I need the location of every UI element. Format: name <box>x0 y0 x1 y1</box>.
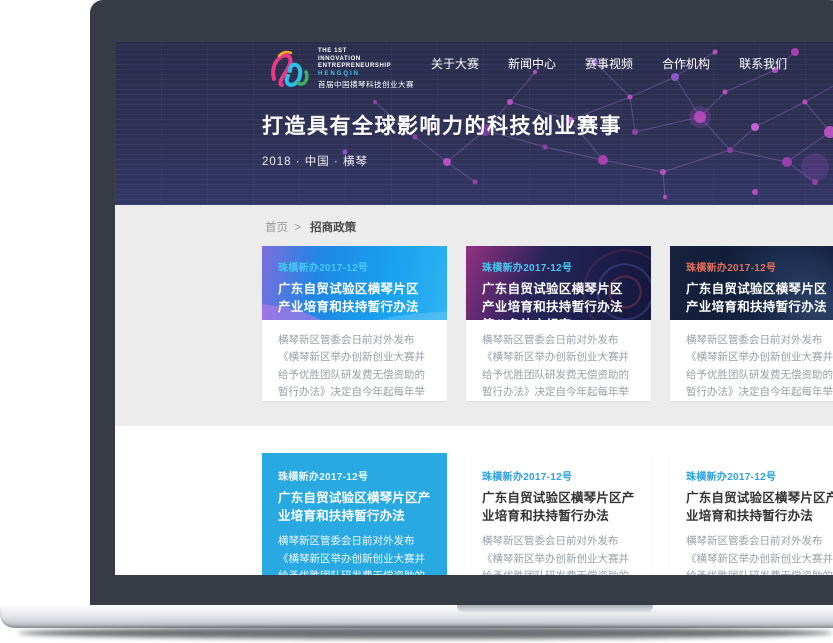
policy-card[interactable]: 珠横新办2017-12号 广东自贸试验区横琴片区产业培育和扶持暂行办法 横琴新区… <box>262 246 447 401</box>
hero-title: 打造具有全球影响力的科技创业赛事 <box>262 110 622 140</box>
nav-item-about[interactable]: 关于大赛 <box>431 55 479 72</box>
logo-line-hengqin: HENGQIN <box>318 71 414 78</box>
site-logo[interactable]: THE 1ST INNOVATION ENTREPRENEURSHIP HENG… <box>267 48 414 90</box>
card-title: 广东自贸试验区横琴片区产业培育和扶持暂行办法 <box>686 280 833 316</box>
card-title: 广东自贸试验区横琴片区产业培育和扶持暂行办法 <box>278 489 431 525</box>
card-excerpt: 横琴新区管委会日前对外发布《横琴新区举办创新创业大赛并给予优胜团队研发费无偿资助… <box>278 332 431 401</box>
card-banner-navy-globe: 珠横新办2017-12号 广东自贸试验区横琴片区产业培育和扶持暂行办法 <box>670 246 833 320</box>
policy-section-bottom: 珠横新办2017-12号 广东自贸试验区横琴片区产业培育和扶持暂行办法 横琴新区… <box>115 426 833 575</box>
card-body: 横琴新区管委会日前对外发布《横琴新区举办创新创业大赛并给予优胜团队研发费无偿资助… <box>262 320 447 401</box>
logo-text: THE 1ST INNOVATION ENTREPRENEURSHIP HENG… <box>318 48 414 89</box>
policy-card[interactable]: 珠横新办2017-12号 广东自贸试验区横琴片区产业培育和扶持暂行办法第八条补充… <box>466 246 651 401</box>
card-tag: 珠横新办2017-12号 <box>686 259 833 274</box>
card-body: 横琴新区管委会日前对外发布《横琴新区举办创新创业大赛并给予优胜团队研发费无偿资助… <box>466 320 651 401</box>
card-body: 横琴新区管委会日前对外发布《横琴新区举办创新创业大赛并给予优胜团队研发费无偿资助… <box>670 320 833 401</box>
policy-card[interactable]: 珠横新办2017-12号 广东自贸试验区横琴片区产业培育和扶持暂行办法 横琴新区… <box>466 453 651 575</box>
card-body: 珠横新办2017-12号 广东自贸试验区横琴片区产业培育和扶持暂行办法 横琴新区… <box>466 453 651 575</box>
policy-cards-row-2: 珠横新办2017-12号 广东自贸试验区横琴片区产业培育和扶持暂行办法 横琴新区… <box>262 426 833 575</box>
laptop-screen-bezel: THE 1ST INNOVATION ENTREPRENEURSHIP HENG… <box>90 0 833 607</box>
hero-section: 打造具有全球影响力的科技创业赛事 2018 · 中国 · 横琴 <box>262 110 622 169</box>
card-tag: 珠横新办2017-12号 <box>278 468 431 483</box>
card-title: 广东自贸试验区横琴片区产业培育和扶持暂行办法 <box>278 280 431 316</box>
logo-line-2: INNOVATION <box>318 56 414 63</box>
policy-section-top: 首页 > 招商政策 珠横新办2017-12号 广东自贸试验区横琴片区产业培育和扶… <box>115 205 833 426</box>
card-banner-dark-circuit: 珠横新办2017-12号 广东自贸试验区横琴片区产业培育和扶持暂行办法第八条补充… <box>466 246 651 320</box>
logo-line-3: ENTREPRENEURSHIP <box>318 63 414 70</box>
policy-cards-row-1: 珠横新办2017-12号 广东自贸试验区横琴片区产业培育和扶持暂行办法 横琴新区… <box>262 246 833 401</box>
card-tag: 珠横新办2017-12号 <box>278 259 431 274</box>
card-banner-blue-wave: 珠横新办2017-12号 广东自贸试验区横琴片区产业培育和扶持暂行办法 <box>262 246 447 320</box>
laptop-lid-notch <box>457 605 653 614</box>
policy-card[interactable]: 珠横新办2017-12号 广东自贸试验区横琴片区产业培育和扶持暂行办法 横琴新区… <box>670 453 833 575</box>
card-body: 珠横新办2017-12号 广东自贸试验区横琴片区产业培育和扶持暂行办法 横琴新区… <box>262 453 447 575</box>
nav-item-contact[interactable]: 联系我们 <box>739 55 787 72</box>
card-tag: 珠横新办2017-12号 <box>686 468 833 483</box>
policy-card[interactable]: 珠横新办2017-12号 广东自贸试验区横琴片区产业培育和扶持暂行办法 横琴新区… <box>670 246 833 401</box>
card-title: 广东自贸试验区横琴片区产业培育和扶持暂行办法 <box>482 489 635 525</box>
nav-item-partners[interactable]: 合作机构 <box>662 55 710 72</box>
logo-line-chinese: 首届中国横琴科技创业大赛 <box>318 81 414 90</box>
card-excerpt: 横琴新区管委会日前对外发布《横琴新区举办创新创业大赛并给予优胜团队研发费无偿资助… <box>278 533 431 575</box>
page: THE 1ST INNOVATION ENTREPRENEURSHIP HENG… <box>0 0 833 643</box>
card-excerpt: 横琴新区管委会日前对外发布《横琴新区举办创新创业大赛并给予优胜团队研发费无偿资助… <box>482 332 635 401</box>
logo-ribbon-icon <box>267 48 311 90</box>
main-nav: 关于大赛 新闻中心 赛事视频 合作机构 联系我们 English <box>431 55 833 72</box>
breadcrumb-home-link[interactable]: 首页 <box>265 222 288 234</box>
policy-card[interactable]: 珠横新办2017-12号 广东自贸试验区横琴片区产业培育和扶持暂行办法 横琴新区… <box>262 453 447 575</box>
laptop-base <box>0 605 833 628</box>
nav-item-news[interactable]: 新闻中心 <box>508 55 556 72</box>
logo-line-1: THE 1ST <box>318 48 414 55</box>
card-tag: 珠横新办2017-12号 <box>482 259 635 274</box>
breadcrumb-separator: > <box>294 222 301 234</box>
site-header: THE 1ST INNOVATION ENTREPRENEURSHIP HENG… <box>115 42 833 205</box>
laptop-shadow <box>18 627 833 639</box>
breadcrumb-current: 招商政策 <box>310 222 356 234</box>
breadcrumb: 首页 > 招商政策 <box>115 205 833 233</box>
card-excerpt: 横琴新区管委会日前对外发布《横琴新区举办创新创业大赛并给予优胜团队研发费无偿资助… <box>482 533 635 575</box>
hero-subtitle: 2018 · 中国 · 横琴 <box>262 153 622 169</box>
card-tag: 珠横新办2017-12号 <box>482 468 635 483</box>
nav-item-videos[interactable]: 赛事视频 <box>585 55 633 72</box>
card-excerpt: 横琴新区管委会日前对外发布《横琴新区举办创新创业大赛并给予优胜团队研发费无偿资助… <box>686 533 833 575</box>
card-title: 广东自贸试验区横琴片区产业培育和扶持暂行办法 <box>686 489 833 525</box>
card-body: 珠横新办2017-12号 广东自贸试验区横琴片区产业培育和扶持暂行办法 横琴新区… <box>670 453 833 575</box>
website-viewport: THE 1ST INNOVATION ENTREPRENEURSHIP HENG… <box>115 42 833 575</box>
card-excerpt: 横琴新区管委会日前对外发布《横琴新区举办创新创业大赛并给予优胜团队研发费无偿资助… <box>686 332 833 401</box>
